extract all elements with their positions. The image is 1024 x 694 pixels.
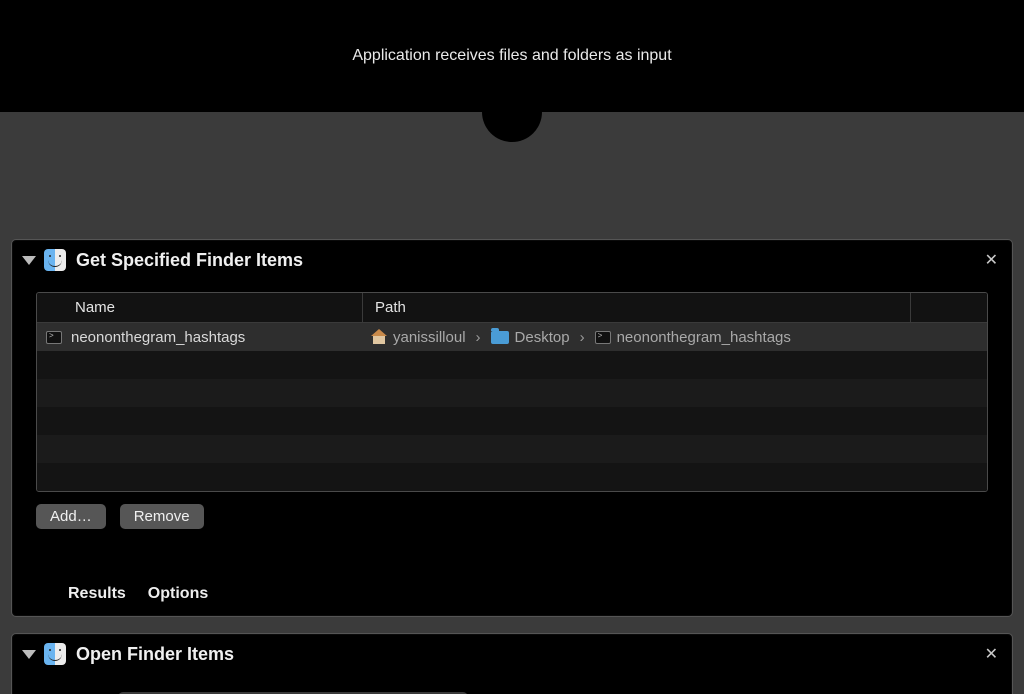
row-path: yanissilloul › Desktop › neononthegram_h… [363, 329, 987, 346]
workflow-input-header: Application receives files and folders a… [0, 0, 1024, 112]
column-header-name[interactable]: Name [71, 293, 363, 322]
table-row-empty[interactable] [37, 435, 987, 463]
remove-button[interactable]: Remove [120, 504, 204, 529]
action-header: Open Finder Items ✕ [12, 634, 1012, 674]
path-segment: yanissilloul [393, 329, 466, 346]
finder-icon [44, 249, 66, 271]
home-icon [371, 330, 387, 344]
table-row[interactable]: neononthegram_hashtags yanissilloul › De… [37, 323, 987, 351]
close-icon[interactable]: ✕ [981, 246, 1002, 274]
table-body: neononthegram_hashtags yanissilloul › De… [37, 323, 987, 491]
results-button[interactable]: Results [68, 585, 126, 603]
workflow-input-text: Application receives files and folders a… [352, 47, 671, 65]
action-header: Get Specified Finder Items ✕ [12, 240, 1012, 280]
table-header: Name Path [37, 293, 987, 323]
action-get-specified-finder-items[interactable]: Get Specified Finder Items ✕ Name Path n… [11, 239, 1013, 617]
terminal-file-icon [595, 331, 611, 344]
chevron-right-icon: › [476, 329, 481, 346]
table-row-empty[interactable] [37, 379, 987, 407]
table-row-empty[interactable] [37, 351, 987, 379]
action-title: Open Finder Items [76, 644, 981, 665]
path-segment: Desktop [515, 329, 570, 346]
terminal-file-icon [46, 331, 62, 344]
workflow-canvas: Get Specified Finder Items ✕ Name Path n… [0, 112, 1024, 694]
close-icon[interactable]: ✕ [981, 640, 1002, 668]
folder-icon [491, 331, 509, 344]
table-row-empty[interactable] [37, 463, 987, 491]
action-footer: Results Options [12, 572, 1012, 616]
options-button[interactable]: Options [148, 585, 208, 603]
row-name: neononthegram_hashtags [71, 329, 363, 346]
disclosure-triangle-icon[interactable] [22, 256, 36, 265]
chevron-right-icon: › [580, 329, 585, 346]
table-row-empty[interactable] [37, 407, 987, 435]
action-open-finder-items[interactable]: Open Finder Items ✕ Open with: Default A… [11, 633, 1013, 694]
finder-icon [44, 643, 66, 665]
path-segment: neononthegram_hashtags [617, 329, 791, 346]
column-header-path[interactable]: Path [363, 293, 911, 322]
add-button[interactable]: Add… [36, 504, 106, 529]
finder-items-table: Name Path neononthegram_hashtags yanissi… [36, 292, 988, 492]
action-title: Get Specified Finder Items [76, 250, 981, 271]
disclosure-triangle-icon[interactable] [22, 650, 36, 659]
